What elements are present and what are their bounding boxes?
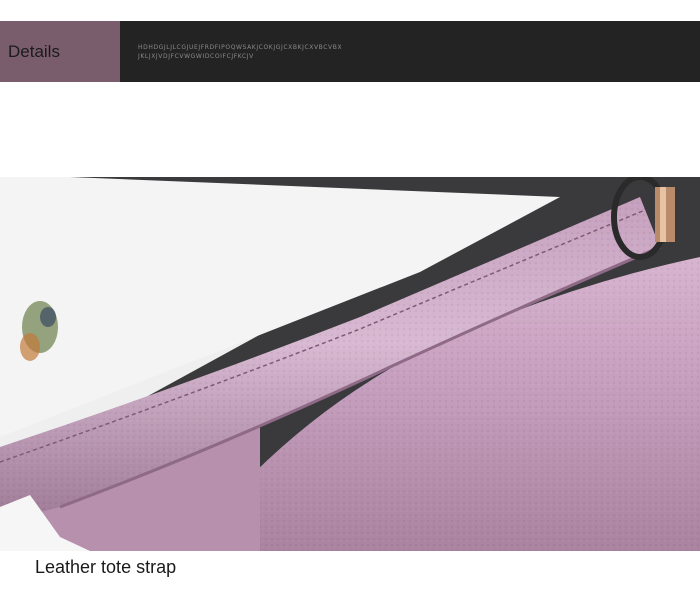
photo-caption: Leather tote strap (35, 557, 177, 577)
details-title: Details (8, 41, 60, 61)
code-line-1: HDHDGJLJLCGJUEJFRDFIPOQWSAKJCOKJGJCXBKJC… (138, 43, 343, 51)
details-header-banner: Details HDHDGJLJLCGJUEJFRDFIPOQWSAKJCOKJ… (0, 21, 700, 82)
leather-strap-image (0, 177, 700, 551)
code-line-2: JKLJXJVDJFCVWGWIDCOIFCJFKCJV (138, 52, 254, 60)
details-label-block: Details (0, 21, 120, 82)
decorative-code-text: HDHDGJLJLCGJUEJFRDFIPOQWSAKJCOKJGJCXBKJC… (120, 21, 342, 82)
product-photo (0, 177, 700, 551)
